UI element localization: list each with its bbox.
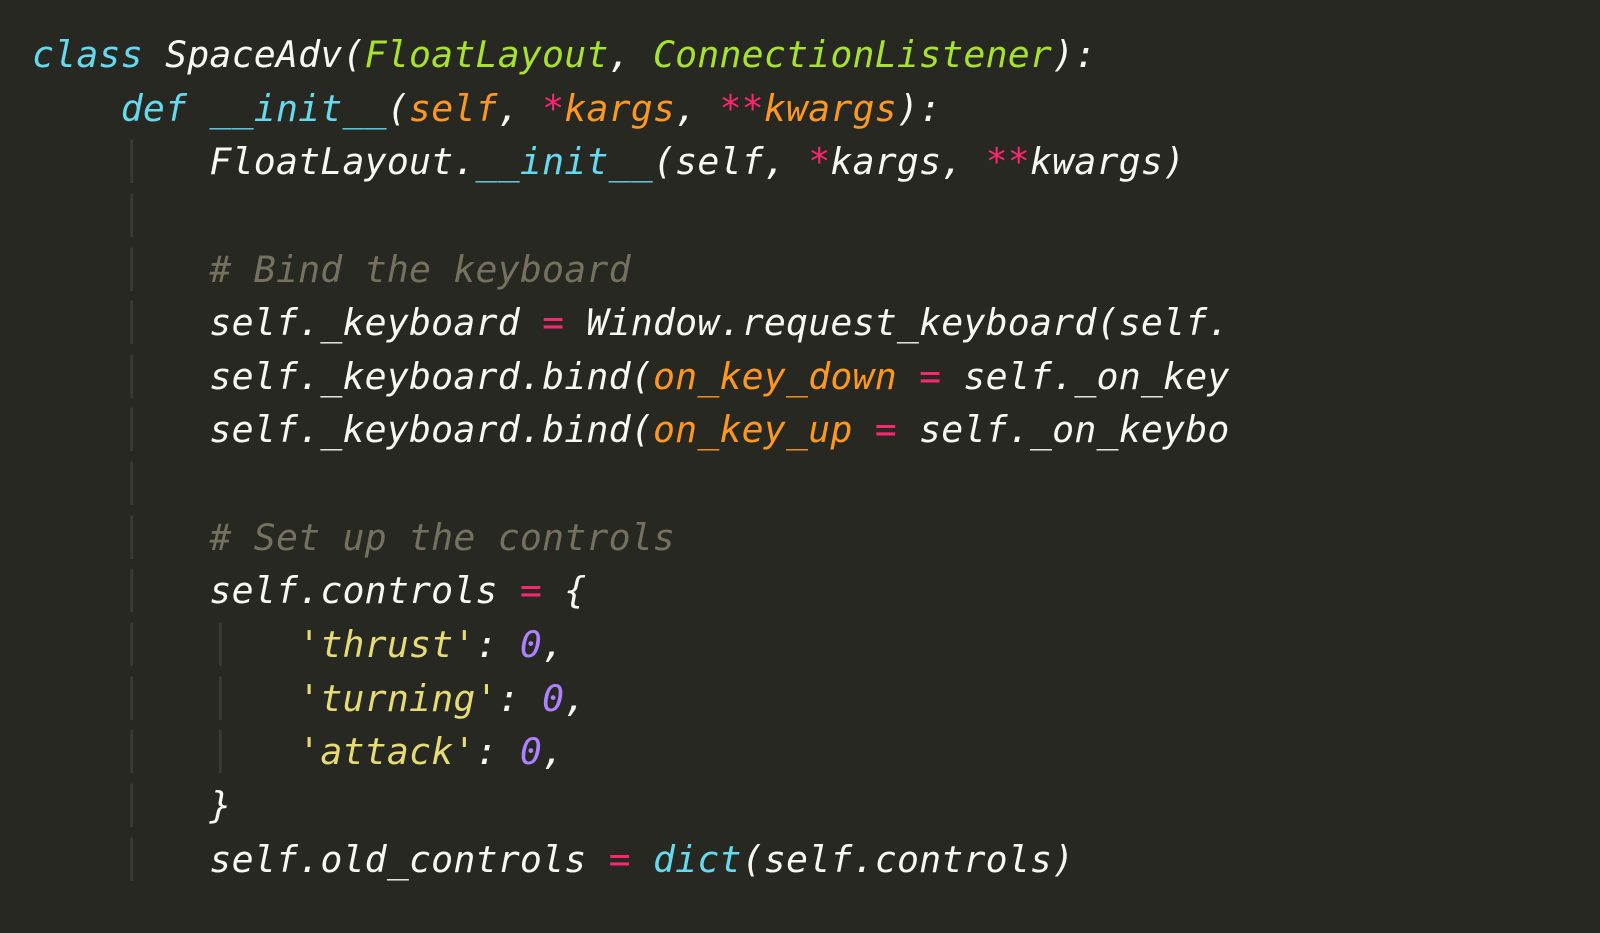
identifier: request_keyboard <box>742 301 1097 344</box>
comment: # Bind the keyboard <box>209 248 630 291</box>
double-star-operator: ** <box>986 140 1030 183</box>
code-line: class SpaceAdv(FloatLayout, ConnectionLi… <box>32 33 1096 76</box>
class-name: SpaceAdv <box>165 33 342 76</box>
identifier: kargs <box>830 140 941 183</box>
code-line: │ self.controls = { <box>32 569 586 612</box>
string-literal: 'turning' <box>298 677 498 720</box>
code-line: │ │ 'turning': 0, <box>32 677 586 720</box>
identifier: controls <box>320 569 497 612</box>
identifier: bind <box>542 355 631 398</box>
arg-kwargs: kwargs <box>764 87 897 130</box>
code-line: def __init__(self, *kargs, **kwargs): <box>32 87 941 130</box>
double-star-operator: ** <box>720 87 764 130</box>
code-line: │ <box>32 462 143 505</box>
string-literal: 'thrust' <box>298 623 475 666</box>
builtin-dict: dict <box>653 838 742 881</box>
star-operator: * <box>808 140 830 183</box>
identifier: self <box>209 838 298 881</box>
code-line: │ # Set up the controls <box>32 516 675 559</box>
code-line: │ self._keyboard = Window.request_keyboa… <box>32 301 1230 344</box>
keyword-class: class <box>32 33 143 76</box>
identifier: self <box>919 408 1008 451</box>
code-line: │ self._keyboard.bind(on_key_up = self._… <box>32 408 1230 451</box>
code-line: │ FloatLayout.__init__(self, *kargs, **k… <box>32 140 1185 183</box>
number-literal: 0 <box>520 623 542 666</box>
method-call: __init__ <box>476 140 653 183</box>
arg-self: self <box>409 87 498 130</box>
identifier: _keyboard <box>320 408 520 451</box>
base-class: FloatLayout <box>365 33 609 76</box>
code-line: │ │ 'thrust': 0, <box>32 623 564 666</box>
star-operator: * <box>542 87 564 130</box>
code-line: │ self.old_controls = dict(self.controls… <box>32 838 1074 881</box>
identifier: _keyboard <box>320 301 520 344</box>
code-editor[interactable]: class SpaceAdv(FloatLayout, ConnectionLi… <box>0 0 1600 886</box>
identifier: _keyboard <box>320 355 520 398</box>
string-literal: 'attack' <box>298 730 475 773</box>
identifier: bind <box>542 408 631 451</box>
base-class: ConnectionListener <box>653 33 1052 76</box>
code-line: │ } <box>32 784 232 827</box>
keyword-arg: on_key_down <box>653 355 897 398</box>
code-line: │ self._keyboard.bind(on_key_down = self… <box>32 355 1230 398</box>
code-line: │ │ 'attack': 0, <box>32 730 564 773</box>
identifier: self <box>764 838 853 881</box>
identifier: self <box>963 355 1052 398</box>
number-literal: 0 <box>542 677 564 720</box>
identifier: controls <box>875 838 1052 881</box>
method-name: __init__ <box>209 87 386 130</box>
identifier: FloatLayout <box>209 140 453 183</box>
identifier: _on_key <box>1074 355 1229 398</box>
keyword-def: def <box>121 87 188 130</box>
arg-kargs: kargs <box>564 87 675 130</box>
code-line: │ # Bind the keyboard <box>32 248 631 291</box>
identifier: self <box>209 569 298 612</box>
keyword-arg: on_key_up <box>653 408 853 451</box>
code-line: │ <box>32 194 143 237</box>
identifier: self <box>209 355 298 398</box>
identifier: _on_keybo <box>1030 408 1230 451</box>
identifier: self <box>209 301 298 344</box>
identifier: Window <box>586 301 719 344</box>
identifier: self <box>675 140 764 183</box>
comment: # Set up the controls <box>209 516 675 559</box>
identifier: self <box>1119 301 1208 344</box>
identifier: kwargs <box>1030 140 1163 183</box>
identifier: old_controls <box>320 838 586 881</box>
identifier: self <box>209 408 298 451</box>
number-literal: 0 <box>520 730 542 773</box>
